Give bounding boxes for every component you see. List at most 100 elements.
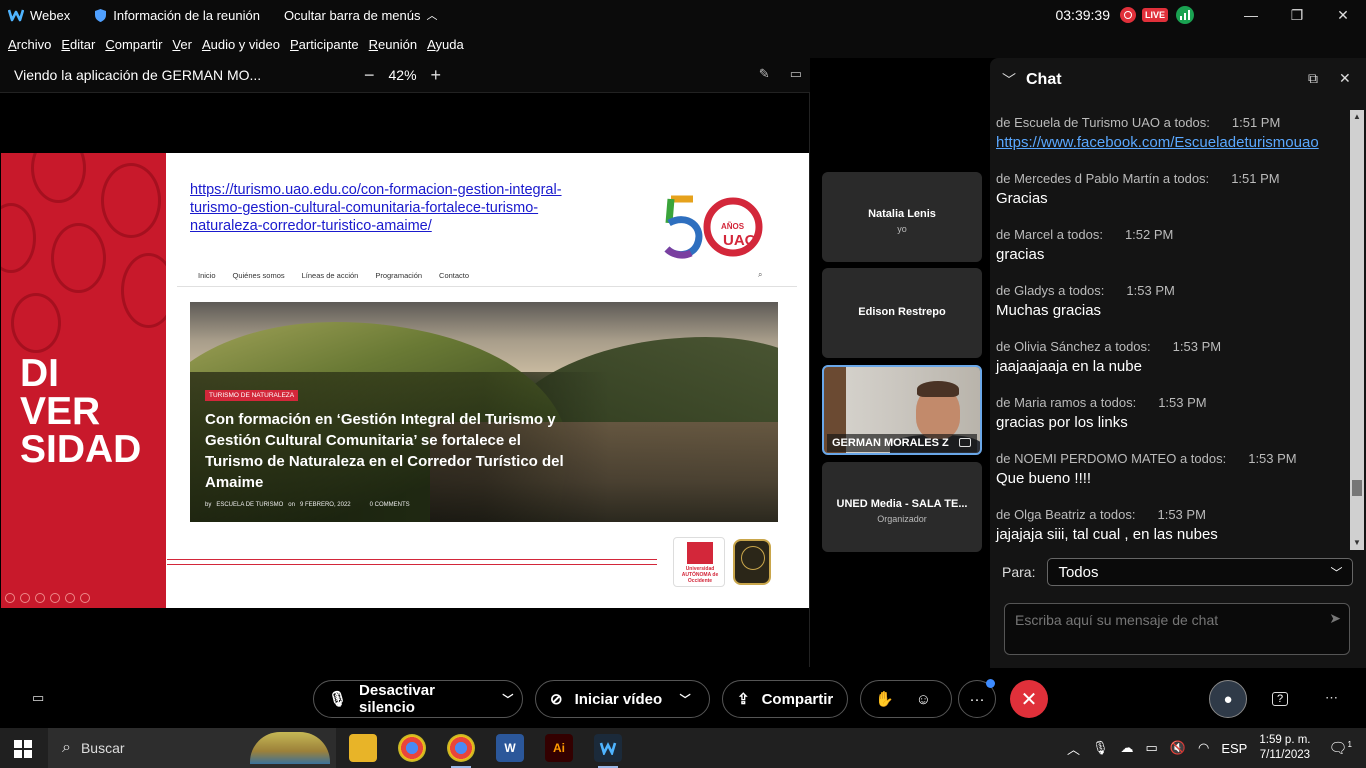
language-indicator[interactable]: ESP xyxy=(1221,741,1247,756)
scroll-up-arrow-icon[interactable]: ▲ xyxy=(1350,110,1364,124)
site-nav: Inicio Quiénes somos Líneas de acción Pr… xyxy=(198,271,469,280)
menu-reunion[interactable]: Reunión xyxy=(369,37,417,52)
chat-message-input[interactable] xyxy=(1005,604,1317,654)
windows-start-icon[interactable] xyxy=(14,740,32,758)
mute-button[interactable]: 🎙 Desactivar silencio ﹀ xyxy=(313,680,523,718)
taskbar-clock[interactable]: 1:59 p. m. 7/11/2023 xyxy=(1259,733,1310,763)
recipient-select[interactable]: Todos ﹀ xyxy=(1047,558,1354,586)
chat-scrollbar[interactable]: ▲ ▼ xyxy=(1350,110,1364,550)
menu-bar: Archivo Editar Compartir Ver Audio y vid… xyxy=(0,30,1366,58)
chat-toggle-button[interactable]: ● xyxy=(1209,680,1247,718)
popout-icon[interactable]: ⧉ xyxy=(1308,70,1318,87)
cloud-icon[interactable]: ☁ xyxy=(1121,740,1134,756)
chevron-down-icon[interactable]: ﹀ xyxy=(670,691,700,707)
meeting-info-button[interactable]: Información de la reunión xyxy=(94,8,260,23)
menu-participante[interactable]: Participante xyxy=(290,37,359,52)
message-time: 1:53 PM xyxy=(1157,507,1206,522)
chrome-icon[interactable] xyxy=(398,734,426,762)
uao-logo: Universidad AUTÓNOMA de Occidente xyxy=(673,537,725,587)
search-highlight-image xyxy=(250,732,330,764)
app-name: Webex xyxy=(30,7,71,23)
share-icon: ⇪ xyxy=(737,691,750,708)
meeting-info-label: Información de la reunión xyxy=(113,7,260,23)
chevron-up-icon: ︿ xyxy=(426,10,438,22)
wifi-icon[interactable]: ◠ xyxy=(1198,740,1209,756)
nav-divider xyxy=(177,286,797,287)
zoom-level: 42% xyxy=(388,67,417,83)
close-window-button[interactable]: ✕ xyxy=(1320,0,1366,30)
article-tag: TURISMO DE NATURALEZA xyxy=(205,390,299,401)
site-nav-item: Contacto xyxy=(439,271,470,280)
meeting-controls: ▭ 🎙 Desactivar silencio ﹀ ⊘ Iniciar víde… xyxy=(0,668,1366,728)
participant-tile[interactable]: UNED Media - SALA TE... Organizador xyxy=(822,462,982,552)
close-icon[interactable]: ✕ xyxy=(1339,70,1351,87)
message-time: 1:51 PM xyxy=(1231,115,1281,130)
message-time: 1:53 PM xyxy=(1172,339,1222,354)
participant-tile[interactable]: Edison Restrepo xyxy=(822,268,982,358)
network-health-icon[interactable] xyxy=(1176,6,1194,24)
file-explorer-icon[interactable] xyxy=(349,734,377,762)
menu-ver[interactable]: Ver xyxy=(172,37,192,52)
annotate-icon[interactable]: ✎ xyxy=(759,66,770,82)
scrollbar-thumb[interactable] xyxy=(1352,480,1362,496)
face-illustration xyxy=(51,223,106,293)
hide-menu-button[interactable]: Ocultar barra de menús ︿ xyxy=(284,7,438,23)
participant-tile[interactable]: Natalia Lenis yo xyxy=(822,172,982,262)
leave-meeting-button[interactable]: ✕ xyxy=(1010,680,1048,718)
video-off-icon: ⊘ xyxy=(550,691,563,708)
zoom-in-button[interactable]: + xyxy=(431,65,442,86)
notifications-icon[interactable]: 🗨1 xyxy=(1329,739,1353,757)
menu-audio-video[interactable]: Audio y video xyxy=(202,37,280,52)
logo-uao-text: UAO xyxy=(723,232,757,249)
send-icon[interactable]: ➤ xyxy=(1329,610,1341,627)
participant-tile-active-speaker[interactable]: GERMAN MORALES Z xyxy=(822,365,982,455)
byline-date: 9 FEBRERO, 2022 xyxy=(299,502,351,508)
taskbar-search[interactable]: ⌕ Buscar xyxy=(48,728,336,768)
message-time: 1:52 PM xyxy=(1124,227,1174,242)
menu-ayuda[interactable]: Ayuda xyxy=(427,37,464,52)
volume-muted-icon[interactable]: 🔇 xyxy=(1170,740,1186,756)
screen-view-icon[interactable]: ▭ xyxy=(790,66,802,82)
minimize-button[interactable]: — xyxy=(1228,0,1274,30)
red-divider xyxy=(167,564,657,565)
byline-by: by xyxy=(205,502,212,508)
article-url-link[interactable]: https://turismo.uao.edu.co/con-formacion… xyxy=(190,181,610,235)
chevron-up-icon[interactable]: ︿ xyxy=(1067,739,1080,758)
menu-editar[interactable]: Editar xyxy=(61,37,95,52)
chat-input-box: ➤ xyxy=(1004,603,1350,655)
start-video-button[interactable]: ⊘ Iniciar vídeo ﹀ xyxy=(535,680,710,718)
help-icon: ? xyxy=(1271,692,1289,706)
microphone-icon[interactable]: 🎙 xyxy=(1092,740,1109,756)
help-button[interactable]: ? xyxy=(1261,680,1299,718)
chevron-down-icon: ﹀ xyxy=(1330,565,1343,580)
site-nav-item: Líneas de acción xyxy=(301,271,359,280)
site-nav-item: Programación xyxy=(375,271,423,280)
scroll-down-arrow-icon[interactable]: ▼ xyxy=(1350,536,1364,550)
url-line: https://turismo.uao.edu.co/con-formacion… xyxy=(190,182,562,198)
overflow-menu-icon[interactable]: ⋯ xyxy=(1325,690,1338,706)
word-icon[interactable]: W xyxy=(496,734,524,762)
message-time: 1:53 PM xyxy=(1126,283,1175,298)
slideshow-controls[interactable] xyxy=(5,593,90,603)
share-button[interactable]: ⇪ Compartir xyxy=(722,680,848,718)
battery-icon[interactable]: ▭ xyxy=(1146,740,1158,756)
message-link[interactable]: https://www.facebook.com/Escueladeturism… xyxy=(996,133,1350,153)
menu-compartir[interactable]: Compartir xyxy=(105,37,162,52)
chevron-down-icon[interactable]: ﹀ xyxy=(494,691,522,707)
sharing-screen-icon xyxy=(959,438,971,447)
message-text: Gracias xyxy=(996,190,1048,207)
restore-button[interactable]: ❐ xyxy=(1274,0,1320,30)
meeting-clock: 03:39:39 xyxy=(1055,7,1110,23)
illustrator-icon[interactable]: Ai xyxy=(545,734,573,762)
side-text-line: VER xyxy=(20,390,101,433)
chrome-profile-icon[interactable] xyxy=(447,734,475,768)
captions-icon[interactable]: ▭ xyxy=(32,690,44,706)
webex-taskbar-icon[interactable] xyxy=(594,734,622,768)
menu-archivo[interactable]: Archivo xyxy=(8,37,51,52)
chevron-down-icon[interactable]: ﹀ xyxy=(1002,70,1016,90)
shared-content-area: DI VER SIDAD https://turismo.uao.edu.co/… xyxy=(0,92,810,667)
raise-hand-icon[interactable]: ✋ xyxy=(875,690,894,708)
zoom-out-button[interactable]: − xyxy=(364,65,375,86)
message-sender: de Maria ramos a todos: xyxy=(996,395,1137,410)
emoji-reaction-icon[interactable]: ☺ xyxy=(916,691,931,708)
